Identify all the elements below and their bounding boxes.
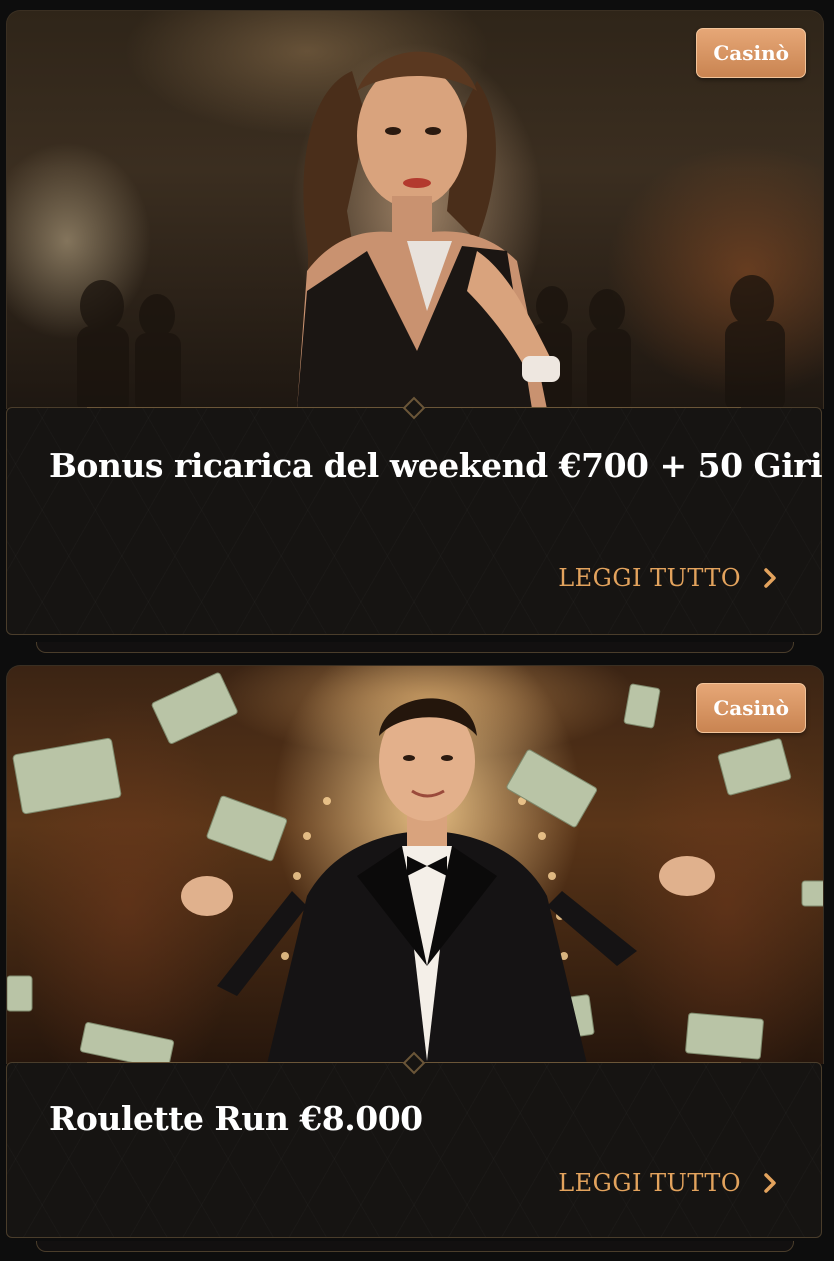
read-more-label: LEGGI TUTTO [558, 564, 741, 592]
read-more-label: LEGGI TUTTO [558, 1169, 741, 1197]
promotion-title[interactable]: Roulette Run €8.000 [49, 1099, 423, 1138]
promotion-image[interactable]: Casinò [6, 10, 824, 409]
chevron-right-icon [764, 568, 776, 588]
promotion-panel: Roulette Run €8.000 LEGGI TUTTO [6, 1051, 822, 1238]
promotion-card[interactable]: Casinò Bonus ricarica del weekend €700 +… [6, 10, 824, 653]
promotions-feed: Casinò Bonus ricarica del weekend €700 +… [0, 0, 834, 1261]
promotion-card[interactable]: Casinò Roulette Run €8.000 LEGGI TUTTO [6, 665, 824, 1252]
category-badge[interactable]: Casinò [696, 683, 806, 733]
chevron-right-icon [764, 1173, 776, 1193]
promotion-panel: Bonus ricarica del weekend €700 + 50 Gir… [6, 396, 823, 635]
promotion-image[interactable]: Casinò [6, 665, 824, 1064]
read-more-link[interactable]: LEGGI TUTTO [558, 1169, 777, 1197]
card-bottom-tab [36, 1241, 794, 1252]
read-more-link[interactable]: LEGGI TUTTO [558, 564, 777, 592]
promotion-title[interactable]: Bonus ricarica del weekend €700 + 50 Gir… [49, 446, 823, 485]
category-badge[interactable]: Casinò [696, 28, 806, 78]
card-bottom-tab [36, 642, 794, 653]
